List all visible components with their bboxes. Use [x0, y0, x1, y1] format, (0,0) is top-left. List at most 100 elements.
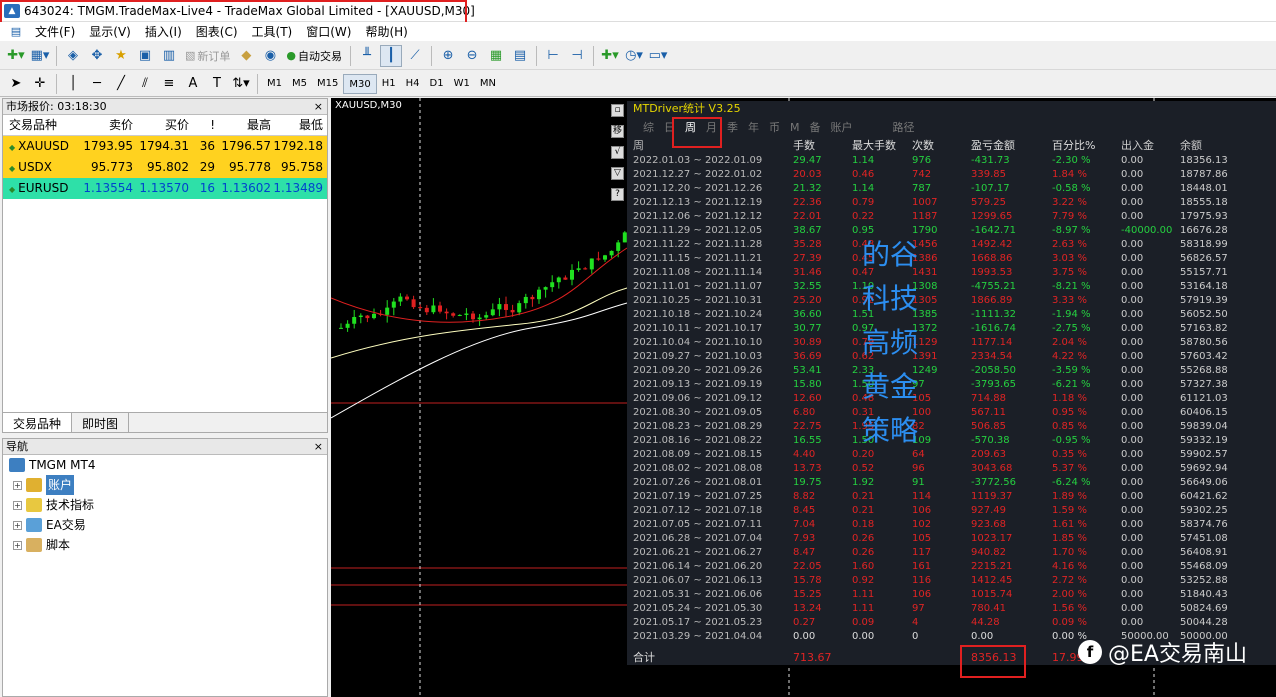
timeframe-mn[interactable]: MN: [475, 74, 501, 94]
navigator-root[interactable]: TMGM MT4: [3, 455, 327, 475]
menu-file[interactable]: 文件(F): [28, 23, 82, 40]
zoom-in-icon[interactable]: ⊕: [437, 45, 459, 67]
close-icon[interactable]: ×: [314, 99, 323, 114]
stats-tab[interactable]: 账户: [831, 119, 853, 135]
chart-shift-icon[interactable]: ⊢: [542, 45, 564, 67]
menu-charts[interactable]: 图表(C): [189, 23, 245, 40]
stats-tab[interactable]: M: [790, 121, 800, 134]
stats-tab[interactable]: 年: [748, 119, 759, 135]
indicators-icon[interactable]: ✚▾: [599, 45, 621, 67]
chart-autoscroll-icon[interactable]: ⊣: [566, 45, 588, 67]
help-button[interactable]: ?: [611, 188, 624, 201]
stats-max-lots: 1.14: [852, 155, 875, 166]
nav-item-scripts[interactable]: + 脚本: [3, 535, 327, 555]
cursor-icon[interactable]: ➤: [5, 73, 27, 95]
candlestick-icon[interactable]: ┃: [380, 44, 403, 67]
trendline-icon[interactable]: ╱: [110, 73, 132, 95]
profiles-icon[interactable]: ▦▾: [29, 45, 51, 67]
collapse-button[interactable]: ▽: [611, 167, 624, 180]
stats-tab[interactable]: 备: [810, 119, 821, 135]
signal-icon[interactable]: ◉: [259, 45, 281, 67]
move-button[interactable]: 移: [611, 125, 624, 138]
new-chart-icon[interactable]: ✚▾: [5, 45, 27, 67]
stats-tab[interactable]: 月: [706, 119, 717, 135]
stats-tab[interactable]: 综: [643, 119, 654, 135]
tab-symbols[interactable]: 交易品种: [3, 413, 73, 432]
fibonacci-icon[interactable]: ≡: [158, 73, 180, 95]
nav-item-accounts[interactable]: + 账户: [3, 475, 327, 495]
close-icon[interactable]: ×: [314, 439, 323, 454]
candle-body: [398, 296, 403, 302]
stats-week: 2021.12.06 ~ 2021.12.12: [633, 211, 763, 222]
menu-view[interactable]: 显示(V): [82, 23, 138, 40]
periods-icon[interactable]: ◷▾: [623, 45, 645, 67]
tile-windows-icon[interactable]: ▦: [485, 45, 507, 67]
stats-tab[interactable]: 路径: [893, 119, 915, 135]
col-spread[interactable]: !: [191, 115, 217, 135]
quote-high: 95.778: [229, 160, 271, 174]
timeframe-m30[interactable]: M30: [343, 73, 377, 94]
terminal-icon[interactable]: ▣: [134, 45, 156, 67]
document-icon[interactable]: ▤: [5, 24, 27, 40]
stats-tab[interactable]: 日: [664, 119, 675, 135]
timeframe-d1[interactable]: D1: [425, 74, 449, 94]
quote-row-usdx[interactable]: USDX 95.773 95.802 29 95.778 95.758: [3, 157, 327, 178]
menu-help[interactable]: 帮助(H): [358, 23, 414, 40]
arrows-icon[interactable]: ⇅▾: [230, 73, 252, 95]
check-button[interactable]: √: [611, 146, 624, 159]
crosshair-icon[interactable]: ✛: [29, 73, 51, 95]
auto-scroll-icon[interactable]: ▤: [509, 45, 531, 67]
window-button[interactable]: ▫: [611, 104, 624, 117]
expand-icon[interactable]: +: [13, 500, 22, 510]
expand-icon[interactable]: +: [13, 480, 22, 490]
nav-item-expert-advisors[interactable]: + EA交易: [3, 515, 327, 535]
stats-row: 2021.09.06 ~ 2021.09.12 12.60 0.48 105 714.8…: [627, 392, 1276, 406]
channel-icon[interactable]: ⫽: [134, 73, 156, 95]
col-ask[interactable]: 买价: [135, 115, 191, 135]
market-watch-icon[interactable]: ◈: [62, 45, 84, 67]
menu-tools[interactable]: 工具(T): [245, 23, 300, 40]
timeframe-h1[interactable]: H1: [377, 74, 401, 94]
timeframe-m5[interactable]: M5: [287, 74, 312, 94]
line-chart-icon[interactable]: ⟋: [404, 45, 426, 67]
horizontal-line-icon[interactable]: ─: [86, 73, 108, 95]
stats-week: 2021.11.08 ~ 2021.11.14: [633, 267, 763, 278]
chart-symbol-label: XAUUSD,M30: [335, 100, 402, 111]
stats-row: 2021.10.04 ~ 2021.10.10 30.89 0.79 1129 1177…: [627, 336, 1276, 350]
data-window-icon[interactable]: ✥: [86, 45, 108, 67]
new-order-button[interactable]: ▧ 新订单: [182, 45, 233, 67]
menu-window[interactable]: 窗口(W): [299, 23, 358, 40]
timeframe-w1[interactable]: W1: [449, 74, 475, 94]
zoom-out-icon[interactable]: ⊖: [461, 45, 483, 67]
stats-week: 2021.08.02 ~ 2021.08.08: [633, 463, 763, 474]
vertical-line-icon[interactable]: │: [62, 73, 84, 95]
auto-trading-button[interactable]: ● 自动交易: [283, 45, 345, 67]
col-symbol[interactable]: 交易品种: [3, 115, 79, 135]
col-bid[interactable]: 卖价: [79, 115, 135, 135]
timeframe-m15[interactable]: M15: [312, 74, 343, 94]
stats-lots: 29.47: [793, 155, 822, 166]
nav-item-indicators[interactable]: + 技术指标: [3, 495, 327, 515]
tab-tick-chart[interactable]: 即时图: [72, 413, 130, 432]
col-low[interactable]: 最低: [273, 115, 327, 135]
timeframe-h4[interactable]: H4: [401, 74, 425, 94]
text-label-icon[interactable]: T: [206, 73, 228, 95]
text-icon[interactable]: A: [182, 73, 204, 95]
templates-icon[interactable]: ▭▾: [647, 45, 669, 67]
expand-icon[interactable]: +: [13, 520, 22, 530]
timeframe-m1[interactable]: M1: [262, 74, 287, 94]
col-high[interactable]: 最高: [217, 115, 273, 135]
navigator-icon[interactable]: ★: [110, 45, 132, 67]
stats-deposit: 0.00: [1121, 533, 1144, 544]
expand-icon[interactable]: +: [13, 540, 22, 550]
stats-tab[interactable]: 周: [685, 119, 696, 135]
stats-tab[interactable]: 币: [769, 119, 780, 135]
meta-editor-icon[interactable]: ◆: [235, 45, 257, 67]
quote-row-eurusd[interactable]: EURUSD 1.13554 1.13570 16 1.136021.13489: [3, 178, 327, 199]
quote-row-xauusd[interactable]: XAUUSD 1793.95 1794.31 36 1796.571792.18: [3, 136, 327, 157]
bar-chart-icon[interactable]: ╨: [356, 45, 378, 67]
menu-insert[interactable]: 插入(I): [138, 23, 189, 40]
quote-ask: 1.13570: [139, 181, 189, 195]
stats-tab[interactable]: 季: [727, 119, 738, 135]
tester-icon[interactable]: ▥: [158, 45, 180, 67]
